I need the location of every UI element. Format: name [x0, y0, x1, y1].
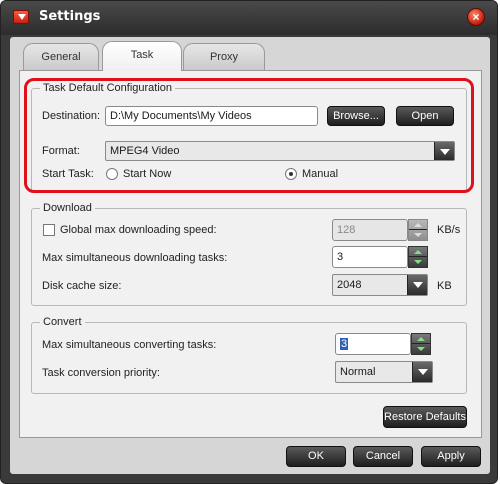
global-speed-checkbox[interactable] [43, 224, 55, 236]
restore-defaults-button[interactable]: Restore Defaults [383, 406, 467, 428]
max-download-tasks-input[interactable]: 3 [332, 246, 408, 268]
max-convert-tasks-label: Max simultaneous converting tasks: [42, 339, 217, 351]
start-task-label: Start Task: [42, 168, 94, 180]
disk-cache-unit: KB [437, 280, 452, 292]
app-logo-icon [13, 10, 29, 24]
tab-general[interactable]: General [23, 43, 99, 71]
stepper-down-icon[interactable] [409, 257, 427, 267]
format-label: Format: [42, 145, 80, 157]
format-value: MPEG4 Video [110, 145, 180, 157]
disk-cache-label: Disk cache size: [42, 280, 122, 292]
priority-label: Task conversion priority: [42, 367, 160, 379]
destination-input[interactable]: D:\My Documents\My Videos [105, 106, 318, 126]
chevron-down-icon[interactable] [407, 275, 427, 295]
global-speed-stepper[interactable] [408, 219, 428, 241]
ok-button[interactable]: OK [286, 446, 346, 467]
download-legend: Download [43, 202, 92, 214]
format-select[interactable]: MPEG4 Video [105, 141, 455, 161]
window-title: Settings [39, 9, 101, 24]
tab-proxy-label: Proxy [209, 51, 239, 63]
max-download-tasks-label: Max simultaneous downloading tasks: [42, 252, 228, 264]
max-convert-tasks-input[interactable]: 3 [335, 333, 411, 355]
max-download-tasks-stepper[interactable] [408, 246, 428, 268]
tab-task[interactable]: Task [102, 41, 182, 71]
stepper-up-icon[interactable] [409, 247, 427, 257]
tab-task-label: Task [130, 49, 154, 61]
browse-button[interactable]: Browse... [327, 106, 385, 126]
priority-value: Normal [340, 366, 376, 378]
destination-label: Destination: [42, 110, 101, 122]
priority-select[interactable]: Normal [335, 361, 433, 383]
task-default-group: Task Default Configuration [31, 82, 467, 192]
start-now-label: Start Now [123, 168, 172, 180]
stepper-down-icon[interactable] [412, 344, 430, 354]
tab-proxy[interactable]: Proxy [183, 43, 265, 71]
stepper-up-icon[interactable] [412, 334, 430, 344]
chevron-down-icon[interactable] [434, 142, 454, 160]
task-default-legend: Task Default Configuration [43, 82, 173, 94]
manual-radio[interactable] [285, 168, 297, 180]
disk-cache-select[interactable]: 2048 [332, 274, 428, 296]
stepper-up-icon[interactable] [409, 220, 427, 230]
max-convert-tasks-stepper[interactable] [411, 333, 431, 355]
stepper-down-icon[interactable] [409, 230, 427, 240]
cancel-button[interactable]: Cancel [353, 446, 413, 467]
apply-button[interactable]: Apply [421, 446, 481, 467]
title-bar[interactable]: Settings × [1, 1, 497, 35]
tab-general-label: General [41, 51, 81, 63]
convert-legend: Convert [43, 316, 82, 328]
global-speed-unit: KB/s [437, 224, 461, 236]
max-convert-tasks-value: 3 [340, 338, 349, 350]
start-now-radio[interactable] [106, 168, 118, 180]
disk-cache-value: 2048 [337, 279, 362, 291]
global-speed-label: Global max downloading speed: [60, 224, 217, 236]
chevron-down-icon[interactable] [412, 362, 432, 382]
global-speed-input[interactable]: 128 [332, 219, 408, 241]
manual-label: Manual [302, 168, 339, 180]
open-button[interactable]: Open [396, 106, 454, 126]
close-icon[interactable]: × [467, 8, 485, 26]
